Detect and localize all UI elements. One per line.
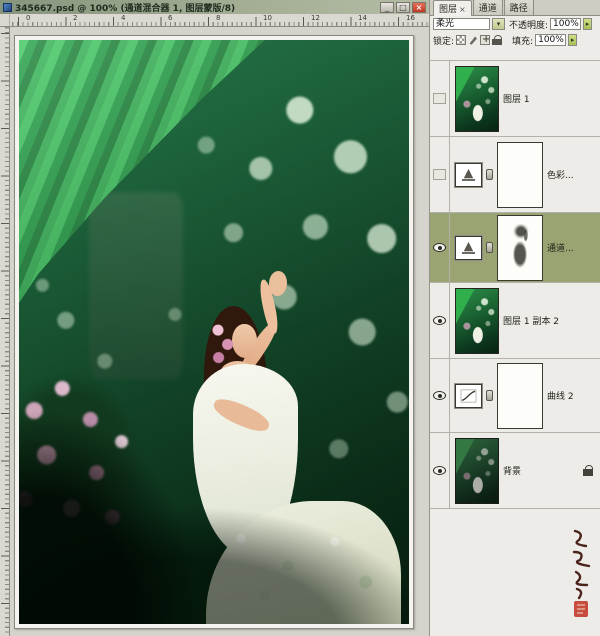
vertical-ruler xyxy=(0,27,10,636)
maximize-button[interactable]: □ xyxy=(396,2,410,13)
opacity-label: 不透明度: xyxy=(509,18,548,31)
layer-row-color-balance[interactable]: 色彩... xyxy=(430,137,600,213)
psd-file-icon xyxy=(3,3,12,12)
layer-mask-thumbnail[interactable] xyxy=(497,142,543,208)
lock-transparency-icon[interactable] xyxy=(456,35,466,45)
ruler-tick-label: 10 xyxy=(263,14,272,22)
visibility-toggle[interactable] xyxy=(430,283,450,358)
tab-close-icon[interactable]: × xyxy=(459,5,466,14)
horizontal-ruler: 0 2 4 6 8 10 12 14 16 xyxy=(10,14,429,27)
layer-name: 色彩... xyxy=(547,168,574,181)
layer-name: 图层 1 xyxy=(503,92,530,105)
mask-link-icon xyxy=(486,242,493,253)
mask-link-icon xyxy=(486,169,493,180)
layer-thumbnail[interactable] xyxy=(455,288,499,354)
layers-list: 图层 1 色彩... xyxy=(430,60,600,509)
ruler-tick-label: 6 xyxy=(168,14,172,22)
eye-hidden-box[interactable] xyxy=(433,93,446,104)
eye-hidden-box[interactable] xyxy=(433,169,446,180)
layer-name: 背景 xyxy=(503,464,521,477)
eye-icon[interactable] xyxy=(433,243,446,252)
layer-row-curves2[interactable]: 曲线 2 xyxy=(430,359,600,433)
ruler-tick-label: 12 xyxy=(311,14,320,22)
fill-label: 填充: xyxy=(512,34,533,47)
chevron-down-icon[interactable]: ▾ xyxy=(492,18,505,30)
lock-options-row: 锁定: 填充: 100% ▸ xyxy=(430,32,600,48)
mask-link-icon xyxy=(486,390,493,401)
ruler-tick-label: 8 xyxy=(216,14,220,22)
tab-layers[interactable]: 图层× xyxy=(433,0,472,16)
fill-arrow-icon[interactable]: ▸ xyxy=(568,34,577,46)
shadow-vignette xyxy=(19,40,409,624)
visibility-toggle[interactable] xyxy=(430,359,450,432)
adjustment-layer-icon[interactable] xyxy=(455,163,482,187)
fill-input[interactable]: 100% xyxy=(535,34,566,46)
document-titlebar[interactable]: 345667.psd @ 100% (通道混合器 1, 图层蒙版/8) _ □ … xyxy=(0,0,429,14)
eye-icon[interactable] xyxy=(433,316,446,325)
lock-position-icon[interactable] xyxy=(480,35,490,45)
layer-mask-thumbnail-silhouette[interactable] xyxy=(497,215,543,281)
curves-adjustment-icon[interactable] xyxy=(455,384,482,408)
lock-pixels-icon[interactable] xyxy=(468,35,478,45)
visibility-toggle[interactable] xyxy=(430,61,450,136)
ruler-tick-label: 16 xyxy=(406,14,415,22)
tab-paths[interactable]: 路径 xyxy=(504,0,534,15)
visibility-toggle[interactable] xyxy=(430,213,450,282)
layer-name: 图层 1 副本 2 xyxy=(503,314,559,327)
canvas-area xyxy=(10,27,429,636)
calligraphy-signature-watermark xyxy=(566,526,594,626)
ruler-tick-label: 2 xyxy=(73,14,77,22)
layers-panel: 图层× 通道 路径 柔光 ▾ 不透明度: 100% ▸ 锁定: 填充: 100%… xyxy=(429,0,600,636)
photoshop-app: 345667.psd @ 100% (通道混合器 1, 图层蒙版/8) _ □ … xyxy=(0,0,600,636)
layer-thumbnail[interactable] xyxy=(455,66,499,132)
blend-mode-select[interactable]: 柔光 xyxy=(433,18,490,30)
ruler-tick-label: 0 xyxy=(26,14,30,22)
opacity-arrow-icon[interactable]: ▸ xyxy=(583,18,592,30)
panel-tabbar: 图层× 通道 路径 xyxy=(430,0,600,16)
layer-row-channel-mixer[interactable]: 通道... xyxy=(430,213,600,283)
visibility-toggle[interactable] xyxy=(430,137,450,212)
close-button[interactable]: × xyxy=(412,2,426,13)
opacity-input[interactable]: 100% xyxy=(550,18,581,30)
photo-frame xyxy=(14,35,414,629)
lock-all-icon[interactable] xyxy=(492,35,502,45)
minimize-button[interactable]: _ xyxy=(380,2,394,13)
eye-icon[interactable] xyxy=(433,466,446,475)
blend-options-row: 柔光 ▾ 不透明度: 100% ▸ xyxy=(430,16,600,32)
ruler-tick-label: 4 xyxy=(121,14,125,22)
document-title: 345667.psd @ 100% (通道混合器 1, 图层蒙版/8) xyxy=(15,1,377,14)
eye-icon[interactable] xyxy=(433,391,446,400)
ruler-tick-label: 14 xyxy=(358,14,367,22)
ruler-corner xyxy=(0,14,10,27)
lock-label: 锁定: xyxy=(433,34,454,47)
layer-row-layer1-copy2[interactable]: 图层 1 副本 2 xyxy=(430,283,600,359)
layer-row-background[interactable]: 背景 xyxy=(430,433,600,509)
layer-mask-thumbnail[interactable] xyxy=(497,363,543,429)
layer-row-layer1[interactable]: 图层 1 xyxy=(430,61,600,137)
layer-name: 曲线 2 xyxy=(547,389,574,402)
tab-channels[interactable]: 通道 xyxy=(473,0,503,15)
adjustment-layer-icon[interactable] xyxy=(455,236,482,260)
document-window: 345667.psd @ 100% (通道混合器 1, 图层蒙版/8) _ □ … xyxy=(0,0,429,636)
background-lock-icon xyxy=(583,465,593,476)
photo-canvas[interactable] xyxy=(19,40,409,624)
layer-name: 通道... xyxy=(547,241,574,254)
visibility-toggle[interactable] xyxy=(430,433,450,508)
layer-thumbnail[interactable] xyxy=(455,438,499,504)
